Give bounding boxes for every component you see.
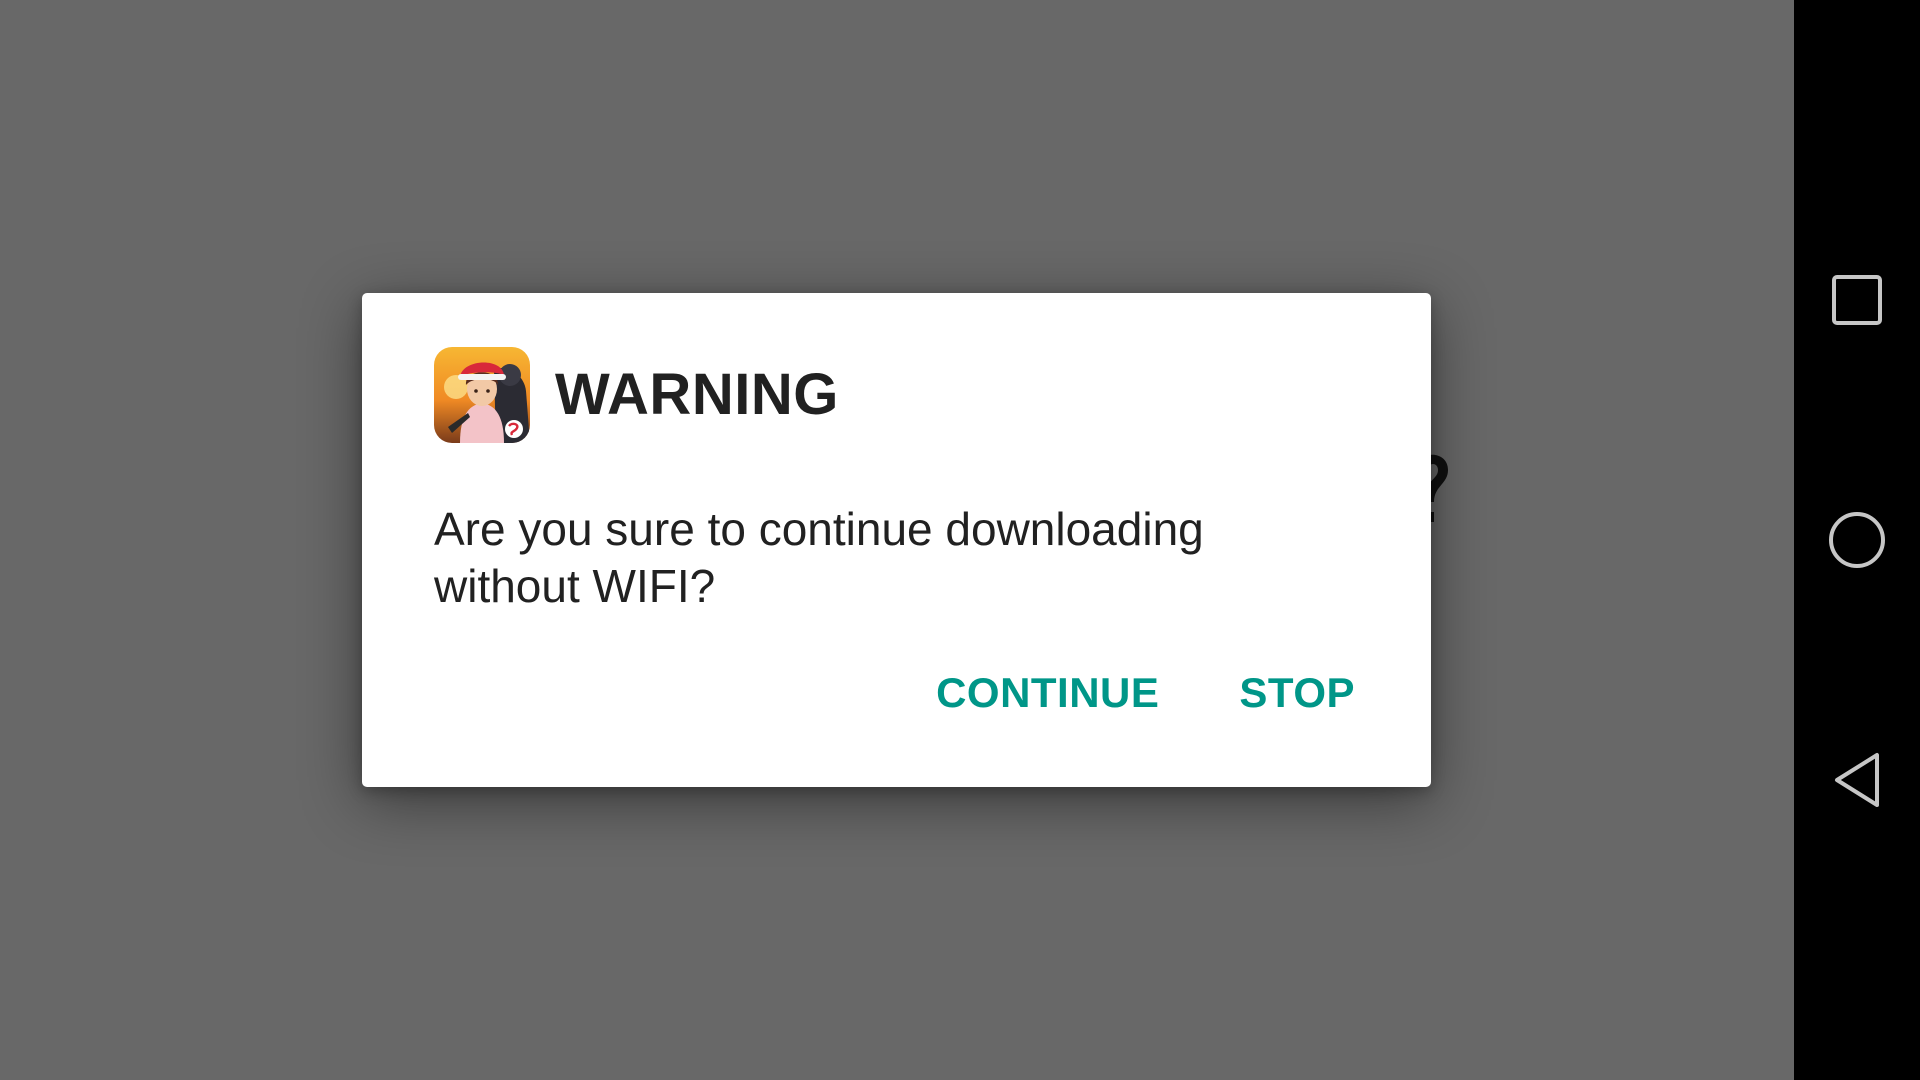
back-button[interactable] — [1817, 740, 1897, 820]
system-navigation-bar — [1794, 0, 1920, 1080]
dialog-title: WARNING — [555, 362, 839, 427]
warning-dialog: WARNING Are you sure to continue downloa… — [362, 293, 1431, 787]
recents-button[interactable] — [1817, 260, 1897, 340]
circle-home-icon — [1829, 512, 1885, 568]
triangle-back-icon — [1835, 753, 1879, 807]
home-button[interactable] — [1817, 500, 1897, 580]
continue-button[interactable]: CONTINUE — [936, 663, 1159, 723]
dialog-message: Are you sure to continue downloading wit… — [434, 503, 1204, 612]
dialog-header: WARNING — [434, 347, 839, 443]
game-app-icon — [434, 347, 530, 443]
app-screen: WARNING Are you sure to continue downloa… — [0, 0, 1794, 1080]
square-recents-icon — [1832, 275, 1882, 325]
dialog-actions: CONTINUE STOP — [936, 663, 1355, 723]
stop-button[interactable]: STOP — [1239, 663, 1355, 723]
